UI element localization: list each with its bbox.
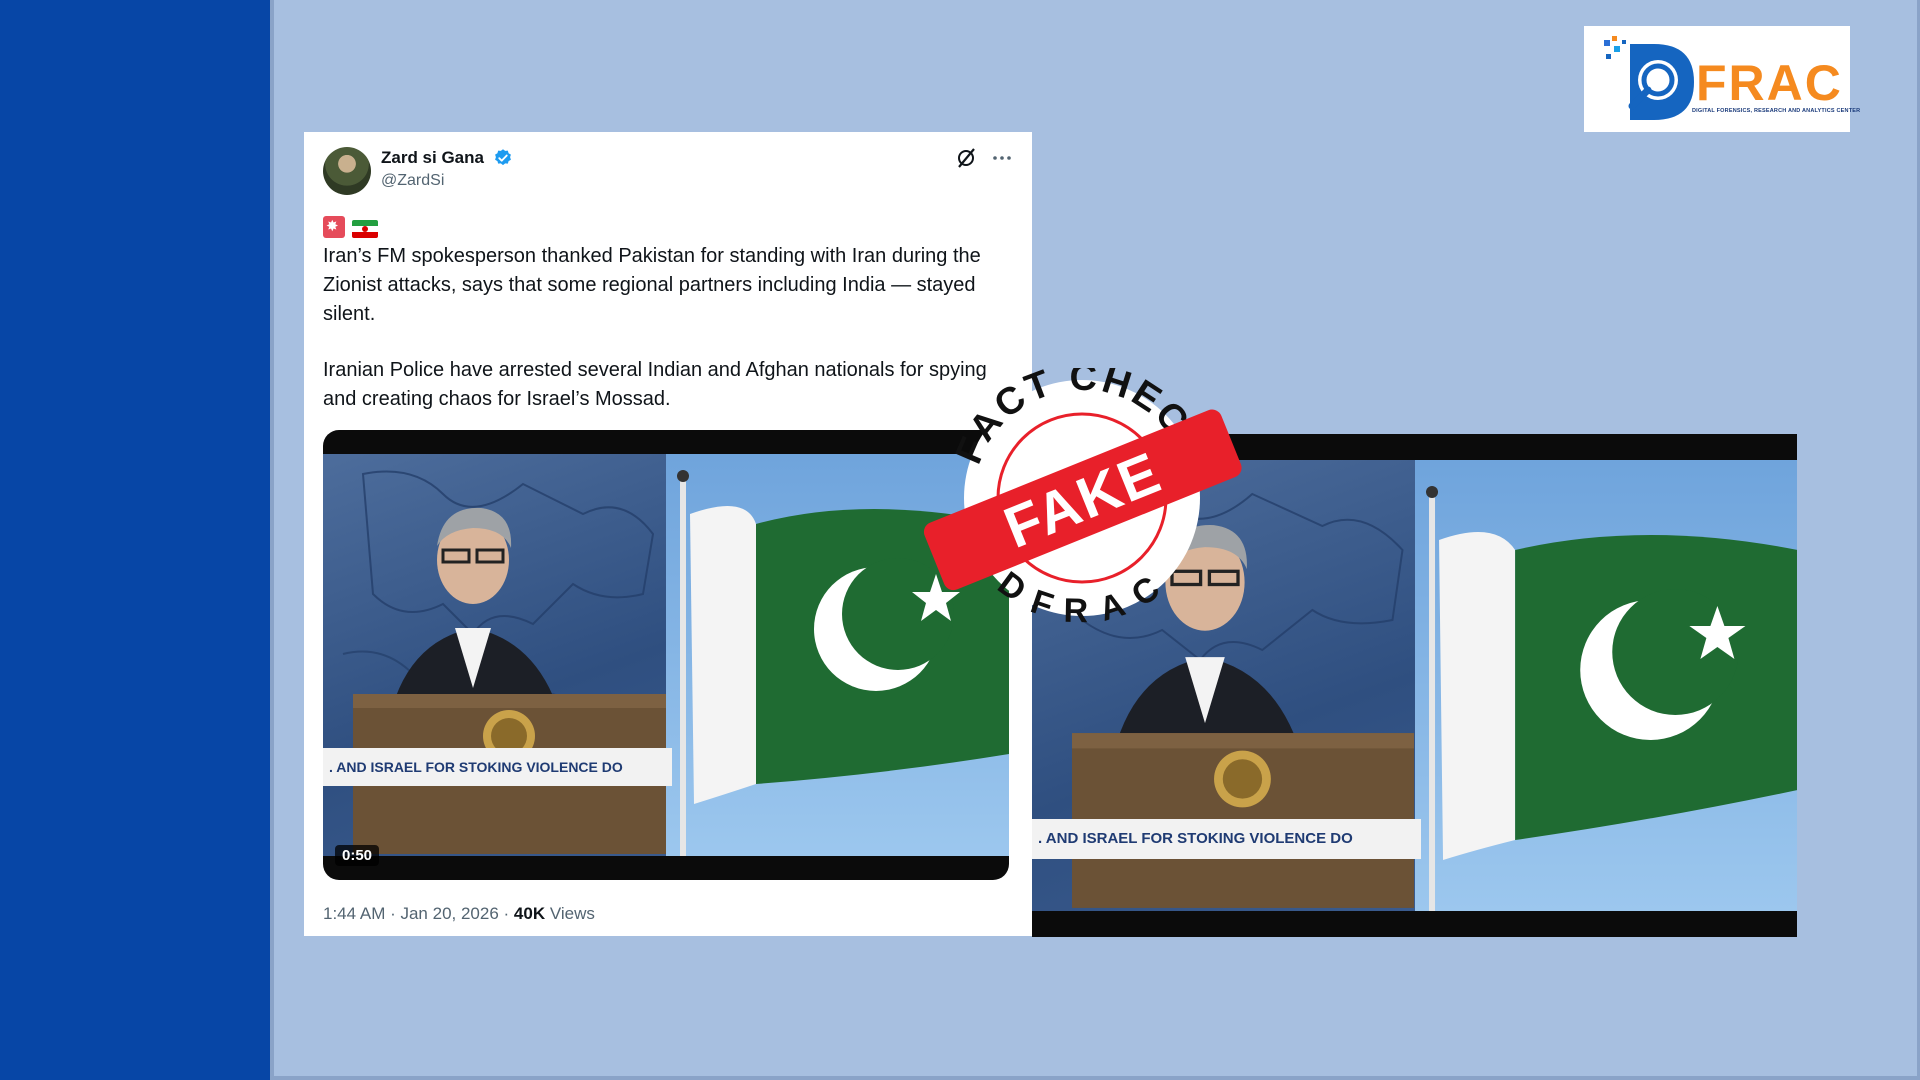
video-backdrop-map	[323, 454, 666, 856]
still-pakistan-flag	[1414, 460, 1797, 911]
views-label: Views	[545, 904, 595, 923]
flag-icon	[323, 216, 345, 238]
grok-icon[interactable]	[954, 146, 978, 170]
video-frame: . AND ISRAEL FOR STOKING VIOLENCE DO	[323, 454, 1009, 856]
dfrac-logo: FRAC DIGITAL FORENSICS, RESEARCH AND ANA…	[1584, 26, 1860, 132]
views-count: 40K	[513, 904, 546, 923]
verified-badge-icon	[495, 149, 511, 166]
logo-subtitle: DIGITAL FORENSICS, RESEARCH AND ANALYTIC…	[1692, 108, 1861, 114]
tweet-meta: 1:44 AM · Jan 20, 2026 · 40K Views	[323, 904, 595, 924]
video-still-enlarged: . AND ISRAEL FOR STOKING VIOLENCE DO	[1032, 434, 1797, 937]
iran-flag-icon	[352, 220, 378, 238]
author-handle[interactable]: @ZardSi	[381, 172, 444, 190]
dfrac-d-magnifier-icon	[1604, 36, 1694, 120]
side-divider	[270, 0, 274, 1080]
tweet-timestamp[interactable]: 1:44 AM · Jan 20, 2026 ·	[323, 904, 514, 923]
video-still-frame: . AND ISRAEL FOR STOKING VIOLENCE DO	[1032, 460, 1797, 911]
video-pakistan-flag	[666, 454, 1009, 856]
logo-wordmark: FRAC	[1696, 55, 1843, 111]
author-name[interactable]: Zard si Gana	[381, 148, 484, 168]
left-side-band	[0, 0, 270, 1080]
tweet-paragraph-1: Iran’s FM spokesperson thanked Pakistan …	[323, 245, 981, 325]
tweet-card: Zard si Gana @ZardSi Iran’s FM spokesper…	[304, 132, 1032, 936]
tweet-video[interactable]: . AND ISRAEL FOR STOKING VIOLENCE DO 0:5…	[323, 430, 1009, 880]
video-duration: 0:50	[335, 845, 380, 866]
bottom-border	[270, 1076, 1920, 1080]
tweet-paragraph-2: Iranian Police have arrested several Ind…	[323, 359, 987, 410]
video-ticker: . AND ISRAEL FOR STOKING VIOLENCE DO	[323, 748, 672, 786]
more-options-icon[interactable]	[990, 146, 1014, 170]
still-ticker: . AND ISRAEL FOR STOKING VIOLENCE DO	[1032, 819, 1421, 859]
avatar[interactable]	[323, 147, 371, 195]
